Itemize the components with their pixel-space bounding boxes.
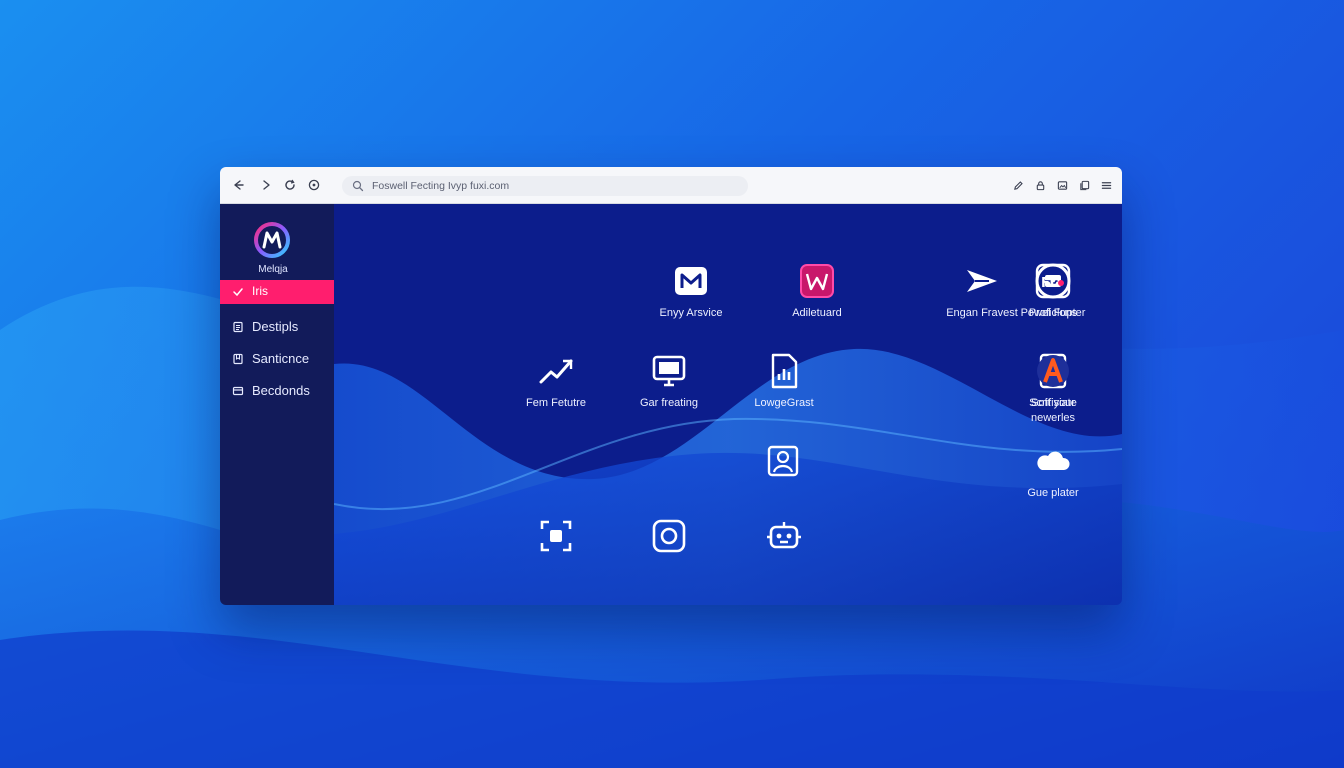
app-logo-icon[interactable] [254,222,290,258]
document-icon [233,321,243,333]
sidebar-item-santicnce[interactable]: Santicnce [220,347,334,371]
app-label: Fem Fetutre [526,397,586,409]
app-label: Proficlons [1028,307,1078,319]
app-label: Adiletuard [792,307,842,319]
info-icon[interactable] [306,177,322,193]
app-tile[interactable]: FO Proficlons [988,262,1118,321]
copy-icon[interactable] [1076,177,1092,193]
sidebar-item-becdonds[interactable]: Becdonds [220,379,334,403]
menu-icon[interactable] [1098,177,1114,193]
bar-file-icon [771,353,798,389]
app-grid-panel: Enyy Arsvice Adiletuard Engan Fravest Po… [334,204,1122,605]
app-label: Soft your newerles [1030,397,1076,424]
app-label: Gue plater [1027,487,1079,499]
app-label: Gar freating [639,397,699,409]
scan-bracket-icon [540,520,572,552]
app-label: Enyy Arsvice [659,307,723,319]
monitor-icon [652,355,686,387]
svg-text:FO: FO [1041,276,1061,291]
app-tile[interactable]: LowgeGrast [719,352,849,411]
app-tile[interactable]: Adiletuard [752,262,882,321]
bookmark-icon [233,353,243,365]
reload-icon[interactable] [282,177,298,193]
orange-a-icon [1037,355,1069,387]
fo-badge-icon: FO [1035,263,1071,299]
sidebar-item-destipls[interactable]: Destipls [220,315,334,339]
app-tile[interactable] [719,517,849,561]
back-arrow-icon[interactable] [230,177,246,193]
browser-toolbar: Foswell Fecting Ivyp fuxi.com [220,167,1122,204]
app-tile[interactable]: Soft your newerles [988,352,1118,426]
sidebar-item-label: Iris [252,284,268,298]
camera-icon [652,519,686,553]
cloud-icon [1037,451,1070,470]
app-tile[interactable] [718,442,848,486]
check-icon [233,288,243,297]
search-icon [352,180,364,192]
sidebar-item-label: Becdonds [252,383,310,398]
app-tile[interactable] [604,517,734,561]
app-tile[interactable]: Gar freating [604,352,734,411]
magenta-w-icon [800,264,834,298]
image-icon[interactable] [1054,177,1070,193]
card-icon [232,386,244,396]
app-tile[interactable]: Fem Fetutre [491,352,621,411]
sidebar-item-label: Santicnce [252,351,310,366]
sidebar-item-iris[interactable]: Iris [220,280,334,304]
browser-window: Foswell Fecting Ivyp fuxi.com Melqja Iri… [220,167,1122,605]
trend-line-icon [539,359,573,384]
mail-icon [675,267,707,295]
app-tile[interactable]: Gue plater [988,442,1118,501]
edit-icon[interactable] [1010,177,1026,193]
app-tile[interactable]: Enyy Arsvice [626,262,756,321]
sidebar-item-label: Destipls [252,319,299,334]
forward-arrow-icon[interactable] [258,177,274,193]
app-label: LowgeGrast [754,397,814,409]
address-text: Foswell Fecting Ivyp fuxi.com [372,180,510,192]
person-frame-icon [767,445,799,477]
robot-icon [767,522,801,549]
app-tile[interactable] [491,517,621,561]
lock-icon[interactable] [1032,177,1048,193]
address-bar[interactable]: Foswell Fecting Ivyp fuxi.com [342,176,748,196]
sidebar: Melqja Iris Destipls Santicnce Becdonds [220,204,334,605]
logo-label: Melqja [258,264,288,275]
